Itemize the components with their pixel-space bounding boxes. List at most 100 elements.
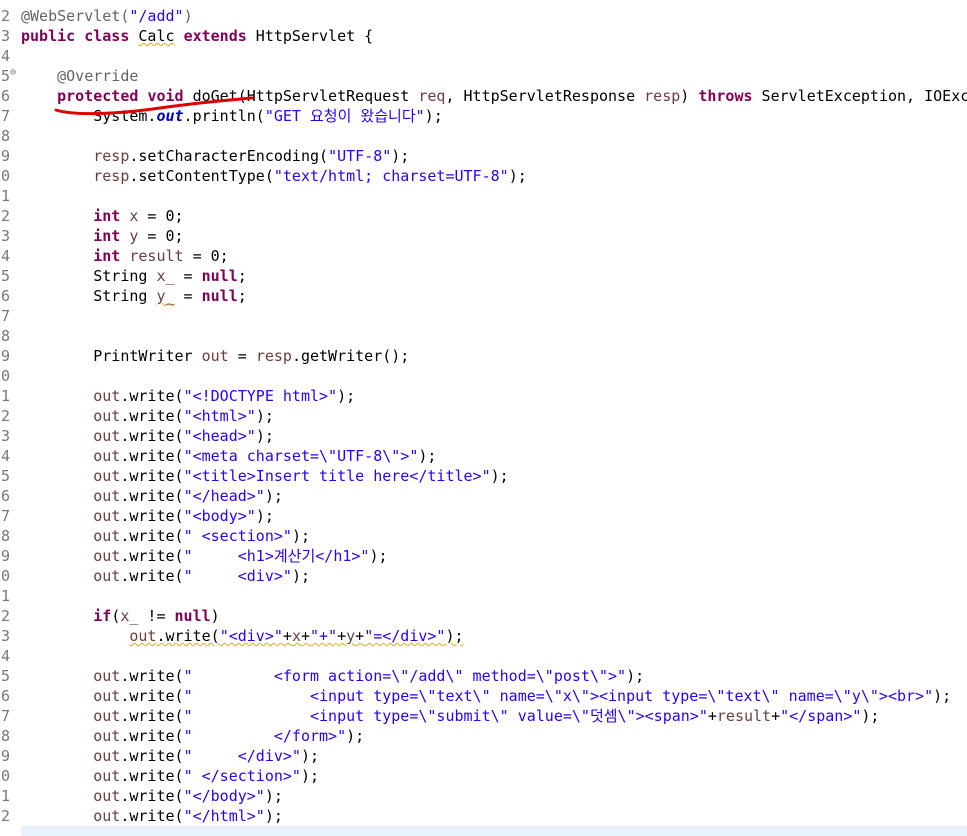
line-number: 7 bbox=[0, 307, 10, 325]
code-line[interactable]: 4 bbox=[0, 46, 967, 66]
code-line[interactable]: 5 String x_ = null; bbox=[0, 266, 967, 286]
code-line[interactable]: 0 bbox=[0, 366, 967, 386]
code-line[interactable]: 4 bbox=[0, 646, 967, 666]
code-token: ); bbox=[337, 387, 356, 405]
code-line[interactable]: 6 protected void doGet(HttpServletReques… bbox=[0, 86, 967, 106]
code-line[interactable]: 2 out.write("<html>"); bbox=[0, 406, 967, 426]
code-token: " <input type=\"text\" name=\"x\"><input… bbox=[183, 687, 934, 705]
code-token: .write( bbox=[120, 687, 184, 705]
code-line[interactable]: 0 out.write(" <div>"); bbox=[0, 566, 967, 586]
code-text: out.write("<!DOCTYPE html>"); bbox=[21, 386, 355, 406]
fold-toggle-icon[interactable]: ⊖ bbox=[10, 63, 16, 83]
code-line[interactable]: 9 out.write(" <h1>계산기</h1>"); bbox=[0, 546, 967, 566]
code-token: ( bbox=[111, 607, 121, 625]
code-line[interactable]: 7 out.write(" <input type=\"submit\" val… bbox=[0, 706, 967, 726]
code-line[interactable]: 9 PrintWriter out = resp.getWriter(); bbox=[0, 346, 967, 366]
code-token: System. bbox=[21, 107, 157, 125]
code-token: "UTF-8" bbox=[328, 147, 392, 165]
code-line[interactable]: 6 String y_ = null; bbox=[0, 286, 967, 306]
code-token: out bbox=[201, 347, 229, 365]
code-token: @Override bbox=[57, 67, 139, 85]
code-token: "</html>" bbox=[183, 807, 265, 825]
code-line[interactable]: 1 out.write("<!DOCTYPE html>"); bbox=[0, 386, 967, 406]
code-token: .write( bbox=[120, 527, 184, 545]
code-token: "<title>Insert title here</title>" bbox=[183, 467, 491, 485]
code-token: " </form>" bbox=[183, 727, 347, 745]
code-line[interactable]: 3 out.write("<head>"); bbox=[0, 426, 967, 446]
code-token: + bbox=[282, 627, 292, 645]
code-line[interactable]: 7 System.out.println("GET 요청이 왔습니다"); bbox=[0, 106, 967, 126]
line-number: 7 bbox=[0, 107, 10, 125]
code-token: resp bbox=[93, 147, 130, 165]
code-token: = 0; bbox=[138, 227, 184, 245]
code-line[interactable]: 1 bbox=[0, 586, 967, 606]
code-token: .write( bbox=[120, 807, 184, 825]
code-line[interactable]: 0 out.write(" </section>"); bbox=[0, 766, 967, 786]
code-line[interactable]: 0 resp.setContentType("text/html; charse… bbox=[0, 166, 967, 186]
code-token: x bbox=[291, 627, 301, 645]
code-token: " <input type=\"submit\" value=\"덧셈\"><s… bbox=[183, 707, 708, 725]
code-line[interactable]: 2 int x = 0; bbox=[0, 206, 967, 226]
code-line[interactable]: 2 if(x_ != null) bbox=[0, 606, 967, 626]
code-line[interactable]: 5 out.write(" <form action=\"/add\" meth… bbox=[0, 666, 967, 686]
code-line[interactable]: 3 int y = 0; bbox=[0, 226, 967, 246]
code-line[interactable]: 8 bbox=[0, 326, 967, 346]
code-line[interactable]: 7 out.write("<body>"); bbox=[0, 506, 967, 526]
code-line[interactable]: 8 out.write(" </form>"); bbox=[0, 726, 967, 746]
code-line[interactable]: 4 int result = 0; bbox=[0, 246, 967, 266]
code-token: ); bbox=[255, 407, 274, 425]
code-line[interactable]: 6 out.write(" <input type=\"text\" name=… bbox=[0, 686, 967, 706]
code-line[interactable]: 1 bbox=[0, 186, 967, 206]
code-line[interactable]: 6 out.write("</head>"); bbox=[0, 486, 967, 506]
code-line[interactable]: 2 out.write("</html>"); bbox=[0, 806, 967, 826]
code-token: ); bbox=[346, 727, 365, 745]
code-token: " </div>" bbox=[183, 747, 301, 765]
code-token: out bbox=[93, 427, 121, 445]
code-text: PrintWriter out = resp.getWriter(); bbox=[21, 346, 409, 366]
code-line[interactable]: 3 out.write("<div>"+x+"+"+y+"=</div>"); bbox=[0, 626, 967, 646]
code-text: out.write(" <form action=\"/add\" method… bbox=[21, 666, 644, 686]
code-text: int y = 0; bbox=[21, 226, 184, 246]
code-token: "+" bbox=[310, 627, 338, 645]
code-token: protected bbox=[57, 87, 139, 105]
code-token: = bbox=[174, 267, 202, 285]
code-token: public bbox=[21, 27, 76, 45]
code-token: resp bbox=[255, 347, 292, 365]
code-text: out.write(" <input type=\"submit\" value… bbox=[21, 706, 879, 726]
code-text: @Override bbox=[21, 66, 138, 86]
code-token: ); bbox=[424, 107, 443, 125]
line-number: 2 bbox=[0, 607, 10, 625]
code-editor[interactable]: 2 @WebServlet("/add") 3 public class Calc e… bbox=[0, 0, 967, 836]
code-line[interactable]: 8 bbox=[0, 126, 967, 146]
code-text: out.write("<body>"); bbox=[21, 506, 274, 526]
code-token: "<meta charset=\"UTF-8\">" bbox=[183, 447, 419, 465]
code-token: String bbox=[21, 287, 157, 305]
code-line[interactable]: 7 bbox=[0, 306, 967, 326]
code-token: ); bbox=[445, 627, 464, 645]
code-token: "/add" bbox=[129, 7, 184, 25]
line-number: 0 bbox=[0, 567, 10, 585]
code-text: out.write("<title>Insert title here</tit… bbox=[21, 466, 508, 486]
code-line[interactable]: 3 public class Calc extends HttpServlet { bbox=[0, 26, 967, 46]
code-token: ); bbox=[508, 167, 527, 185]
code-token: + bbox=[300, 627, 310, 645]
code-token: doGet(HttpServletRequest bbox=[183, 87, 419, 105]
code-line[interactable]: 1 out.write("</body>"); bbox=[0, 786, 967, 806]
line-number: 0 bbox=[0, 767, 10, 785]
code-line[interactable]: 2 @WebServlet("/add") bbox=[0, 6, 967, 26]
code-token: out bbox=[93, 667, 121, 685]
code-line[interactable]: 9 resp.setCharacterEncoding("UTF-8"); bbox=[0, 146, 967, 166]
code-line[interactable]: 9 out.write(" </div>"); bbox=[0, 746, 967, 766]
code-line[interactable]: 4 out.write("<meta charset=\"UTF-8\">"); bbox=[0, 446, 967, 466]
code-line[interactable]: 8 out.write(" <section>"); bbox=[0, 526, 967, 546]
code-line[interactable]: 5 ⊖ @Override bbox=[0, 66, 967, 86]
line-number: 9 bbox=[0, 547, 10, 565]
code-text: out.write("<meta charset=\"UTF-8\">"); bbox=[21, 446, 436, 466]
code-line[interactable]: 5 out.write("<title>Insert title here</t… bbox=[0, 466, 967, 486]
